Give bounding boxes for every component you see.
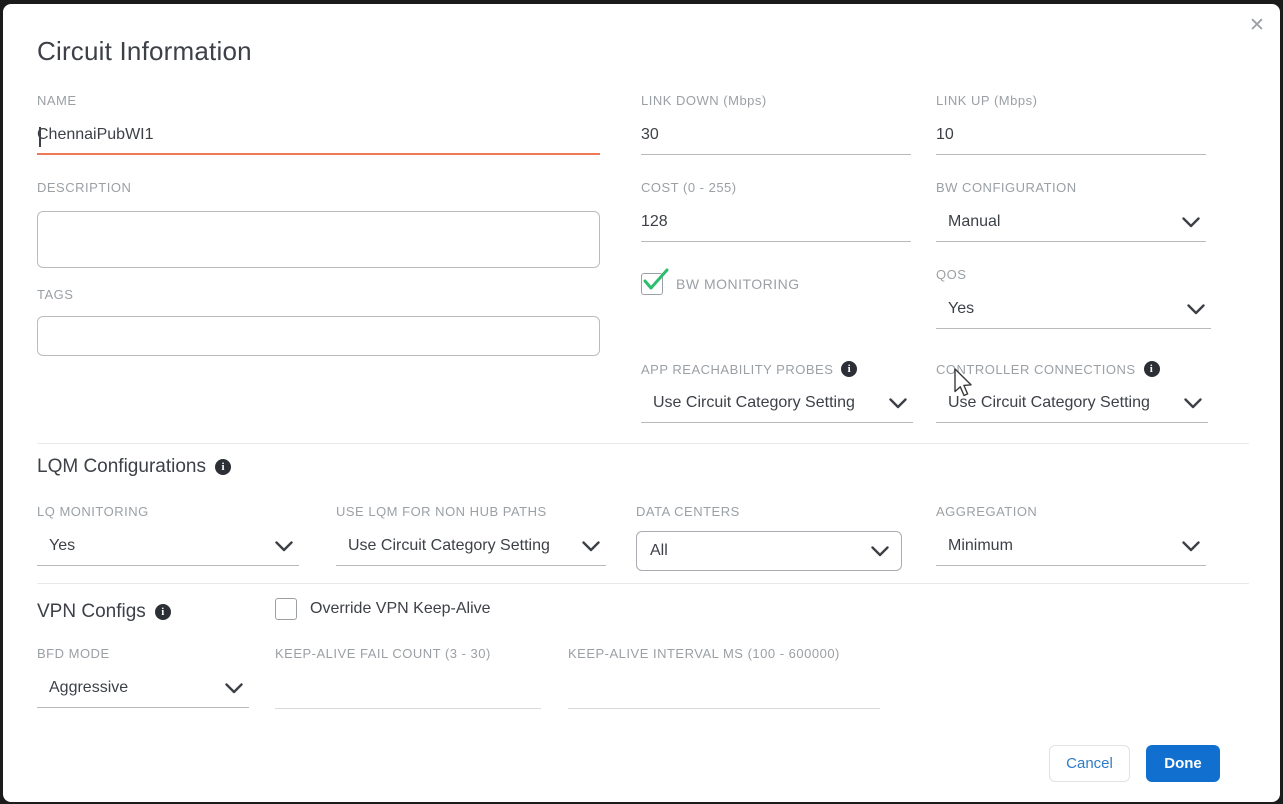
- lq-monitoring-select[interactable]: Yes: [37, 537, 299, 566]
- name-input[interactable]: [37, 126, 600, 155]
- keepalive-interval-input[interactable]: [568, 679, 880, 709]
- bw-configuration-select[interactable]: Manual: [936, 213, 1206, 242]
- cost-label: COST (0 - 255): [641, 180, 911, 195]
- info-icon[interactable]: i: [841, 361, 857, 377]
- chevron-down-icon: [275, 541, 293, 552]
- bw-monitoring-checkbox[interactable]: BW MONITORING: [641, 273, 800, 295]
- tags-input[interactable]: [37, 316, 600, 356]
- done-button[interactable]: Done: [1146, 745, 1220, 782]
- controller-connections-field: CONTROLLER CONNECTIONS i Use Circuit Cat…: [936, 361, 1208, 423]
- keepalive-fail-count-label: KEEP-ALIVE FAIL COUNT (3 - 30): [275, 646, 541, 661]
- override-vpn-keepalive-checkbox[interactable]: Override VPN Keep-Alive: [275, 598, 491, 620]
- link-up-label: LINK UP (Mbps): [936, 93, 1206, 108]
- qos-label: QOS: [936, 267, 1211, 282]
- keepalive-interval-label: KEEP-ALIVE INTERVAL MS (100 - 600000): [568, 646, 880, 661]
- chevron-down-icon: [1182, 541, 1200, 552]
- use-lqm-non-hub-label: USE LQM FOR NON HUB PATHS: [336, 504, 606, 519]
- cancel-button[interactable]: Cancel: [1049, 745, 1130, 782]
- chevron-down-icon: [871, 546, 889, 557]
- lq-monitoring-label: LQ MONITORING: [37, 504, 299, 519]
- chevron-down-icon: [225, 683, 243, 694]
- description-input[interactable]: [37, 211, 600, 268]
- cost-field: COST (0 - 255): [641, 180, 911, 242]
- chevron-down-icon: [1187, 304, 1205, 315]
- lqm-section-title: LQM Configurations i: [37, 456, 231, 478]
- data-centers-label: DATA CENTERS: [636, 504, 902, 519]
- page-title: Circuit Information: [37, 36, 252, 67]
- description-label: DESCRIPTION: [37, 180, 600, 195]
- app-reachability-probes-label: APP REACHABILITY PROBES: [641, 362, 833, 377]
- vpn-section-title: VPN Configs i: [37, 601, 171, 623]
- text-caret: [39, 127, 41, 147]
- chevron-down-icon: [889, 398, 907, 409]
- circuit-information-dialog: ✕ Circuit Information NAME DESCRIPTION T…: [3, 4, 1280, 802]
- lq-monitoring-field: LQ MONITORING Yes: [37, 504, 299, 566]
- qos-field: QOS Yes: [936, 267, 1211, 329]
- aggregation-label: AGGREGATION: [936, 504, 1206, 519]
- info-icon[interactable]: i: [215, 459, 231, 475]
- controller-connections-select[interactable]: Use Circuit Category Setting: [936, 394, 1208, 423]
- controller-connections-label: CONTROLLER CONNECTIONS: [936, 362, 1136, 377]
- section-divider: [37, 443, 1249, 444]
- link-down-input[interactable]: [641, 126, 911, 155]
- data-centers-select[interactable]: All: [636, 531, 902, 571]
- checkbox-box: [641, 273, 663, 295]
- bw-monitoring-label: BW MONITORING: [676, 276, 800, 292]
- keepalive-interval-field: KEEP-ALIVE INTERVAL MS (100 - 600000): [568, 646, 880, 709]
- checkbox-box: [275, 598, 297, 620]
- bfd-mode-select[interactable]: Aggressive: [37, 679, 249, 708]
- section-divider: [37, 583, 1249, 584]
- cost-input[interactable]: [641, 213, 911, 242]
- keepalive-fail-count-field: KEEP-ALIVE FAIL COUNT (3 - 30): [275, 646, 541, 709]
- tags-field: TAGS: [37, 287, 600, 356]
- chevron-down-icon: [582, 541, 600, 552]
- link-up-field: LINK UP (Mbps): [936, 93, 1206, 155]
- link-up-input[interactable]: [936, 126, 1206, 155]
- bfd-mode-field: BFD MODE Aggressive: [37, 646, 249, 708]
- bw-configuration-label: BW CONFIGURATION: [936, 180, 1206, 195]
- close-icon[interactable]: ✕: [1249, 16, 1265, 35]
- link-down-label: LINK DOWN (Mbps): [641, 93, 911, 108]
- override-vpn-keepalive-label: Override VPN Keep-Alive: [310, 600, 491, 618]
- info-icon[interactable]: i: [155, 604, 171, 620]
- qos-select[interactable]: Yes: [936, 300, 1211, 329]
- checkmark-icon: [641, 267, 671, 297]
- app-reachability-probes-select[interactable]: Use Circuit Category Setting: [641, 394, 913, 423]
- description-field: DESCRIPTION: [37, 180, 600, 273]
- use-lqm-non-hub-field: USE LQM FOR NON HUB PATHS Use Circuit Ca…: [336, 504, 606, 566]
- keepalive-fail-count-input[interactable]: [275, 679, 541, 709]
- chevron-down-icon: [1184, 398, 1202, 409]
- info-icon[interactable]: i: [1144, 361, 1160, 377]
- use-lqm-non-hub-select[interactable]: Use Circuit Category Setting: [336, 537, 606, 566]
- link-down-field: LINK DOWN (Mbps): [641, 93, 911, 155]
- aggregation-select[interactable]: Minimum: [936, 537, 1206, 566]
- chevron-down-icon: [1182, 217, 1200, 228]
- bfd-mode-label: BFD MODE: [37, 646, 249, 661]
- aggregation-field: AGGREGATION Minimum: [936, 504, 1206, 566]
- data-centers-field: DATA CENTERS All: [636, 504, 902, 571]
- name-field: NAME: [37, 93, 600, 155]
- bw-configuration-field: BW CONFIGURATION Manual: [936, 180, 1206, 242]
- name-label: NAME: [37, 93, 600, 108]
- app-reachability-probes-field: APP REACHABILITY PROBES i Use Circuit Ca…: [641, 361, 913, 423]
- tags-label: TAGS: [37, 287, 600, 302]
